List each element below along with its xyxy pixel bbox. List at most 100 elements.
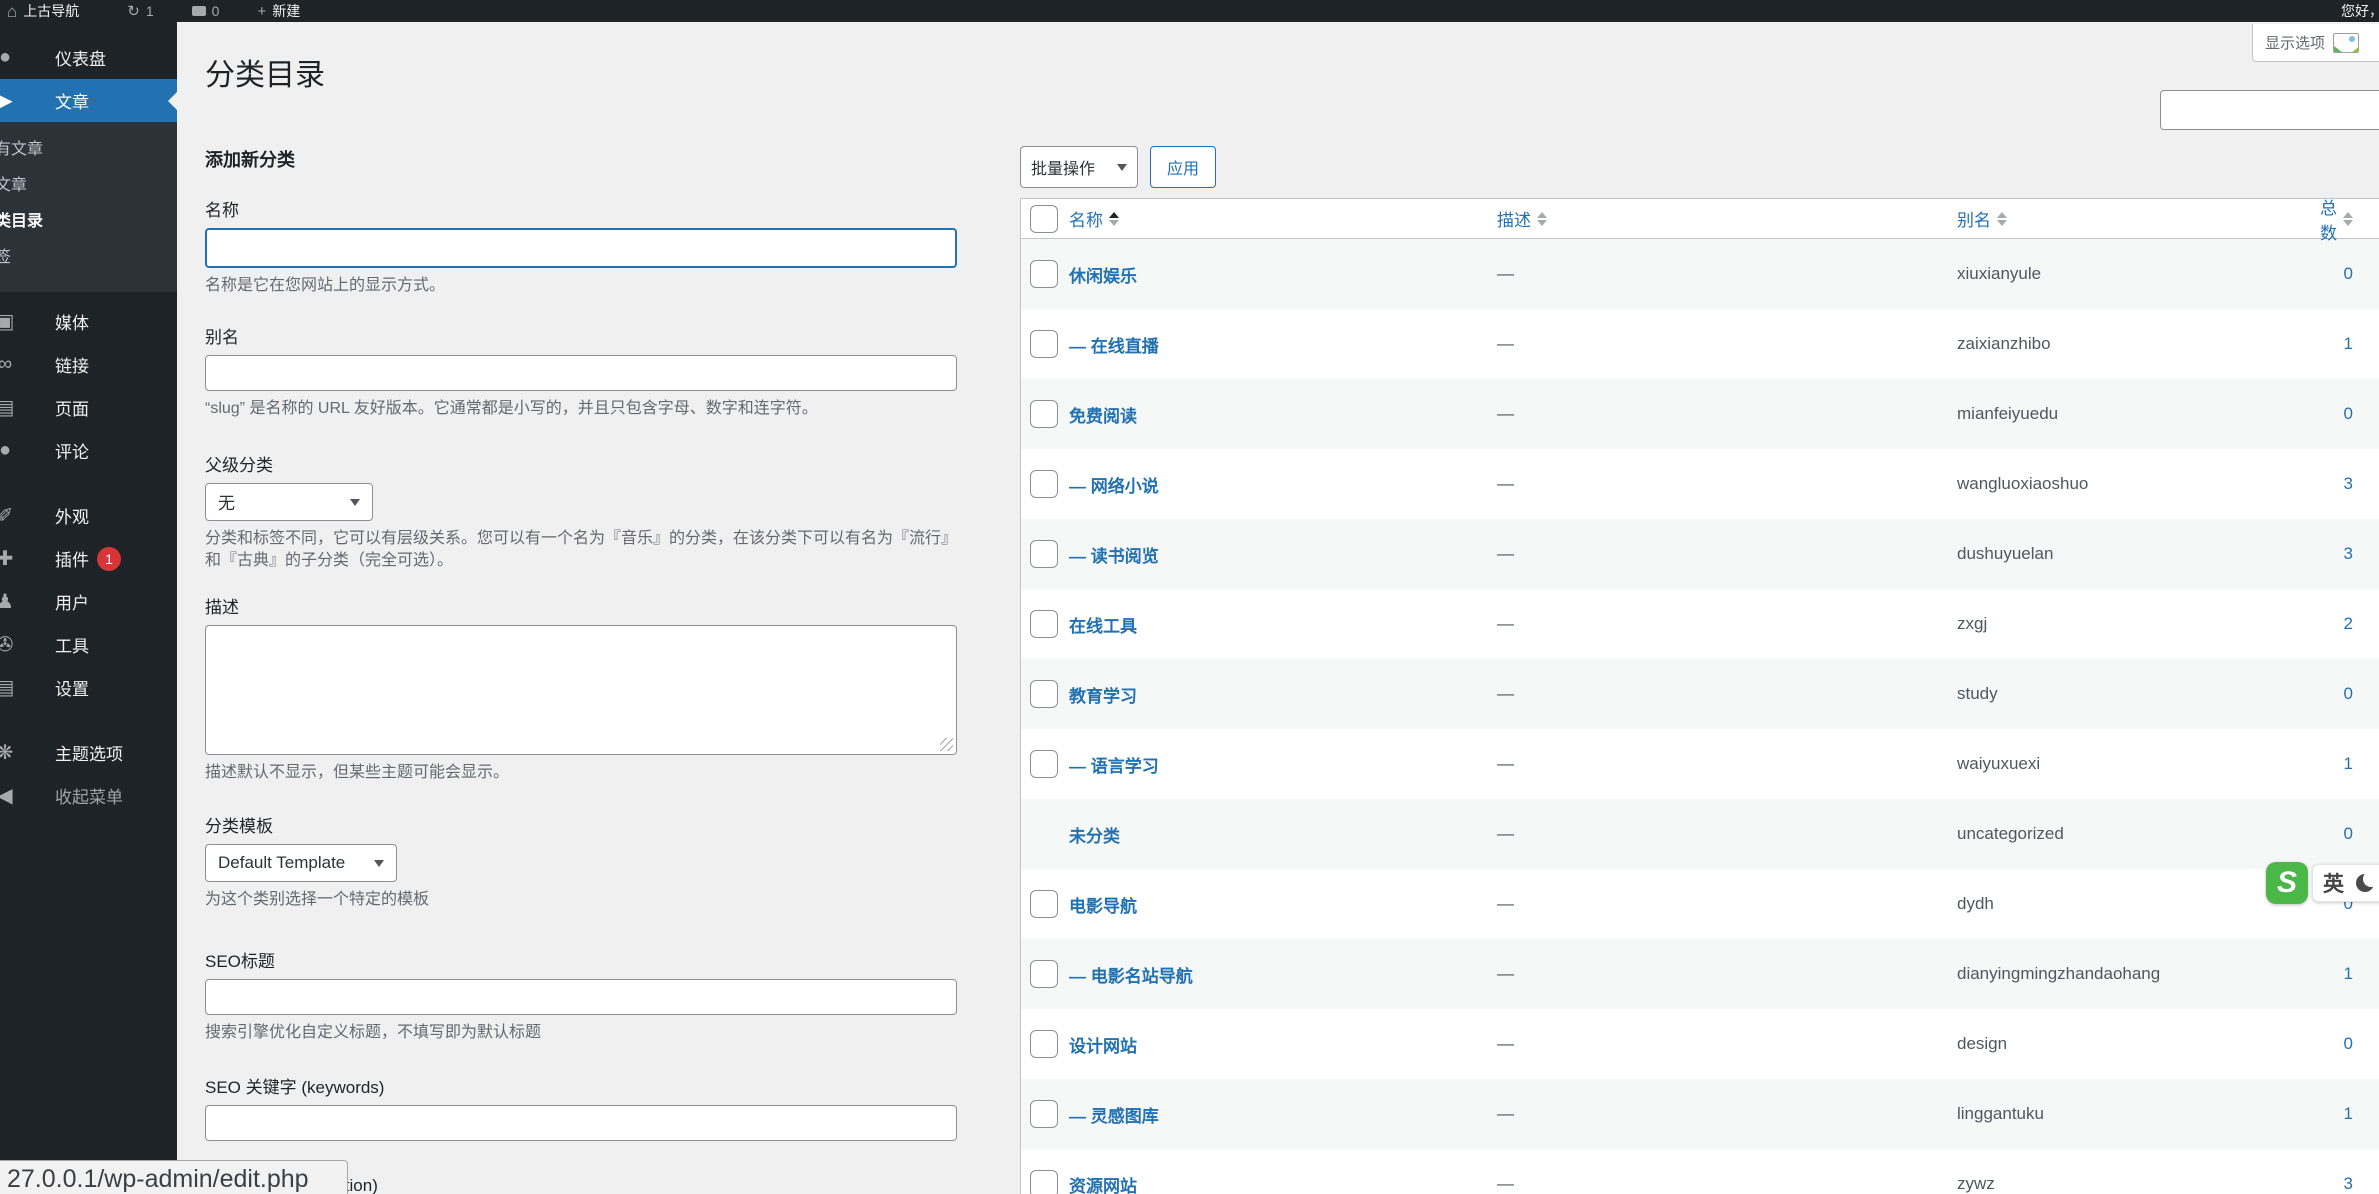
admin-bar-updates[interactable]: ↻ 1 xyxy=(127,3,153,19)
category-slug: mianfeiyuedu xyxy=(1957,404,2307,424)
description-textarea[interactable] xyxy=(205,625,957,755)
category-count-link[interactable]: 0 xyxy=(2344,1034,2353,1053)
row-checkbox[interactable] xyxy=(1030,260,1058,288)
row-checkbox[interactable] xyxy=(1030,610,1058,638)
table-row: 在线工具—zxgj2 xyxy=(1021,589,2379,659)
sidebar-subitem-new-post[interactable]: 写文章 xyxy=(0,168,177,204)
seo-keywords-input[interactable] xyxy=(205,1105,957,1141)
chevron-down-icon xyxy=(350,499,360,511)
category-count-link[interactable]: 1 xyxy=(2344,1104,2353,1123)
select-all-checkbox[interactable] xyxy=(1030,205,1058,233)
category-slug: dianyingmingzhandaohang xyxy=(1957,964,2307,984)
category-name-link[interactable]: 休闲娱乐 xyxy=(1069,267,1137,286)
category-count-link[interactable]: 0 xyxy=(2344,824,2353,843)
plugins-update-badge: 1 xyxy=(97,547,121,571)
sort-by-slug-header[interactable]: 别名 xyxy=(1957,206,2007,231)
add-category-form: 添加新分类 名称 名称是它在您网站上的显示方式。 别名 “slug” 是名称的 … xyxy=(205,146,957,1194)
sort-arrows-icon xyxy=(1997,212,2007,226)
category-name-link[interactable]: — 语言学习 xyxy=(1069,757,1159,776)
sidebar-item-users[interactable]: ♟用户 xyxy=(0,580,177,623)
slug-input[interactable] xyxy=(205,355,957,391)
row-checkbox[interactable] xyxy=(1030,1030,1058,1058)
category-name-link[interactable]: — 读书阅览 xyxy=(1069,547,1159,566)
resize-handle-icon[interactable] xyxy=(940,738,953,751)
moon-icon[interactable] xyxy=(2356,874,2374,892)
sidebar-item-collapse-menu[interactable]: ◀收起菜单 xyxy=(0,774,177,817)
category-name-link[interactable]: 在线工具 xyxy=(1069,617,1137,636)
search-categories-input[interactable] xyxy=(2160,90,2379,130)
category-name-link[interactable]: — 网络小说 xyxy=(1069,477,1159,496)
bulk-actions-select[interactable]: 批量操作 xyxy=(1020,146,1138,188)
category-name-link[interactable]: — 电影名站导航 xyxy=(1069,967,1193,986)
category-count-link[interactable]: 2 xyxy=(2344,614,2353,633)
parent-category-select[interactable]: 无 xyxy=(205,483,373,521)
wordpress-admin-categories-page: { "admin_bar": { "site_name": "上古导航", "u… xyxy=(0,0,2379,1194)
row-checkbox[interactable] xyxy=(1030,540,1058,568)
category-count-link[interactable]: 3 xyxy=(2344,1174,2353,1193)
sidebar-item-links[interactable]: ∞链接 xyxy=(0,343,177,386)
category-count-link[interactable]: 3 xyxy=(2344,544,2353,563)
row-checkbox[interactable] xyxy=(1030,960,1058,988)
admin-bar-greeting[interactable]: 您好， xyxy=(2341,0,2379,22)
seo-title-input[interactable] xyxy=(205,979,957,1015)
sidebar-item-posts[interactable]: ▶文章 xyxy=(0,79,177,122)
admin-bar-site[interactable]: ⌂ 上古导航 xyxy=(14,1,79,21)
name-input[interactable] xyxy=(205,228,957,268)
sidebar-subitem-categories[interactable]: 分类目录 xyxy=(0,204,177,240)
ime-mode-indicator[interactable]: 英 xyxy=(2323,868,2344,898)
sidebar-item-plugins[interactable]: ✚插件1 xyxy=(0,537,177,580)
category-count-link[interactable]: 0 xyxy=(2344,264,2353,283)
sidebar-item-settings[interactable]: ▤设置 xyxy=(0,666,177,709)
sidebar-item-pages[interactable]: ▤页面 xyxy=(0,386,177,429)
sidebar-item-media[interactable]: ▣媒体 xyxy=(0,300,177,343)
sogou-logo-icon[interactable]: S xyxy=(2266,862,2308,904)
sidebar-item-comments[interactable]: ●评论 xyxy=(0,429,177,472)
sidebar-item-appearance[interactable]: ✐外观 xyxy=(0,494,177,537)
row-checkbox[interactable] xyxy=(1030,470,1058,498)
row-checkbox[interactable] xyxy=(1030,330,1058,358)
sidebar-subitem-all-posts[interactable]: 所有文章 xyxy=(0,132,177,168)
admin-bar-new[interactable]: + 新建 xyxy=(257,1,300,21)
sort-by-name-header[interactable]: 名称 xyxy=(1069,206,1119,231)
category-count-link[interactable]: 1 xyxy=(2344,334,2353,353)
category-name-link[interactable]: — 灵感图库 xyxy=(1069,1107,1159,1126)
category-name-link[interactable]: 设计网站 xyxy=(1069,1037,1137,1056)
category-description: — xyxy=(1497,264,1957,284)
category-name-link[interactable]: 教育学习 xyxy=(1069,687,1137,706)
category-name-link[interactable]: 未分类 xyxy=(1069,827,1120,846)
sort-by-description-header[interactable]: 描述 xyxy=(1497,206,1547,231)
bulk-actions-value: 批量操作 xyxy=(1031,155,1095,179)
sidebar-item-tools[interactable]: ✇工具 xyxy=(0,623,177,666)
sidebar-subitem-tags[interactable]: 标签 xyxy=(0,240,177,276)
screen-options-button[interactable]: 显示选项 xyxy=(2252,24,2379,62)
category-name-link[interactable]: — 在线直播 xyxy=(1069,337,1159,356)
category-count-link[interactable]: 0 xyxy=(2344,684,2353,703)
table-row: 免费阅读—mianfeiyuedu0 xyxy=(1021,379,2379,449)
admin-bar-comments[interactable]: 0 xyxy=(192,3,220,19)
category-name-link[interactable]: 免费阅读 xyxy=(1069,407,1137,426)
sidebar-item-theme-options[interactable]: ❋主题选项 xyxy=(0,731,177,774)
sort-by-count-header[interactable]: 总数 xyxy=(2307,194,2353,244)
category-count-link[interactable]: 3 xyxy=(2344,474,2353,493)
category-count-link[interactable]: 1 xyxy=(2344,964,2353,983)
row-checkbox[interactable] xyxy=(1030,890,1058,918)
table-row: — 在线直播—zaixianzhibo1 xyxy=(1021,309,2379,379)
sidebar-item-label: 用户 xyxy=(55,589,89,614)
row-checkbox[interactable] xyxy=(1030,680,1058,708)
row-checkbox[interactable] xyxy=(1030,400,1058,428)
category-template-select[interactable]: Default Template xyxy=(205,844,397,882)
apply-button[interactable]: 应用 xyxy=(1150,146,1216,188)
row-checkbox[interactable] xyxy=(1030,1100,1058,1128)
sidebar-subitem-label: 标签 xyxy=(0,240,11,276)
category-count-link[interactable]: 0 xyxy=(2344,404,2353,423)
row-checkbox[interactable] xyxy=(1030,750,1058,778)
category-name-link[interactable]: 资源网站 xyxy=(1069,1177,1137,1194)
sidebar-item-dashboard[interactable]: ●仪表盘 xyxy=(0,36,177,79)
parent-category-hint: 分类和标签不同，它可以有层级关系。您可以有一个名为『音乐』的分类，在该分类下可以… xyxy=(205,528,953,573)
category-name-link[interactable]: 电影导航 xyxy=(1069,897,1137,916)
chevron-down-icon xyxy=(374,860,384,872)
theme-options-icon: ❋ xyxy=(0,740,20,765)
sidebar-item-label: 收起菜单 xyxy=(55,783,123,808)
category-count-link[interactable]: 1 xyxy=(2344,754,2353,773)
row-checkbox[interactable] xyxy=(1030,1170,1058,1194)
